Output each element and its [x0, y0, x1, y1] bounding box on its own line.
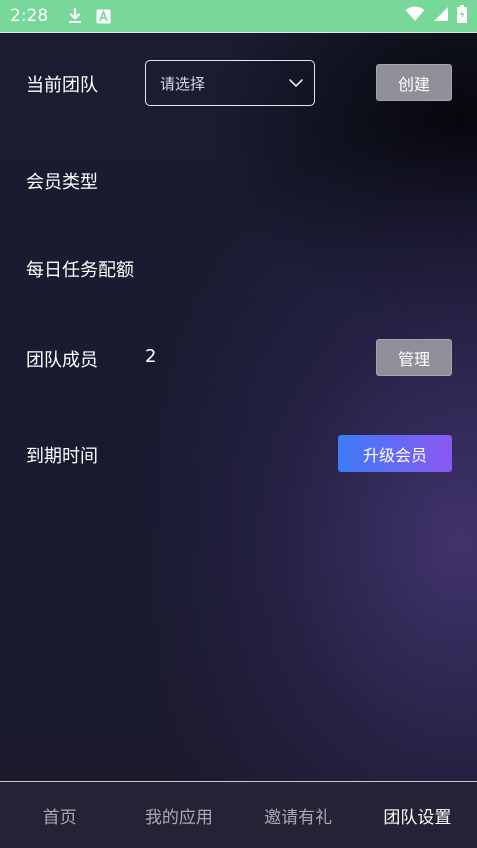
team-members-count: 2 [145, 346, 157, 367]
wifi-icon [405, 6, 425, 26]
bottom-nav: 首页 我的应用 邀请有礼 团队设置 [0, 781, 477, 848]
nav-item-team-settings[interactable]: 团队设置 [358, 803, 477, 828]
manage-members-button[interactable]: 管理 [376, 339, 452, 376]
create-team-button[interactable]: 创建 [376, 64, 452, 101]
team-select[interactable]: 请选择 [145, 60, 315, 106]
team-select-placeholder: 请选择 [160, 74, 206, 93]
status-time: 2:28 [10, 6, 49, 26]
nav-item-invite[interactable]: 邀请有礼 [239, 803, 358, 828]
team-settings-screen: 2:28 当前团队 请选择 创建 会员类型 每日任务配额 团队成员 2 管理 到… [0, 0, 477, 848]
nav-item-my-apps[interactable]: 我的应用 [119, 803, 238, 828]
member-type-label: 会员类型 [26, 172, 98, 193]
a-badge-icon [96, 9, 111, 24]
current-team-label: 当前团队 [26, 75, 98, 96]
upgrade-membership-button[interactable]: 升级会员 [338, 435, 452, 472]
team-members-label: 团队成员 [26, 350, 98, 371]
nav-item-home[interactable]: 首页 [0, 803, 119, 828]
status-bar: 2:28 [0, 0, 477, 33]
expiry-label: 到期时间 [26, 446, 98, 467]
daily-quota-label: 每日任务配额 [26, 260, 134, 281]
status-right-icons [405, 5, 467, 27]
signal-icon [433, 6, 449, 26]
chevron-down-icon [288, 74, 304, 96]
download-icon [66, 7, 84, 25]
battery-icon [457, 5, 467, 27]
